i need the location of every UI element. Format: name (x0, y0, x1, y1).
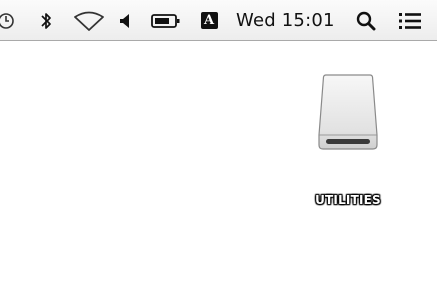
volume-label: UTILITIES (315, 193, 381, 207)
wifi-icon[interactable] (72, 0, 106, 41)
spotlight-icon[interactable] (354, 0, 378, 41)
volume-speaker-icon[interactable] (117, 0, 133, 41)
desktop[interactable]: UTILITIES (0, 41, 437, 307)
desktop-volume[interactable]: UTILITIES (311, 73, 385, 207)
input-source-letter: A (200, 12, 218, 29)
battery-icon[interactable] (150, 0, 182, 41)
menu-bar: A Wed 15:01 (0, 0, 437, 41)
time-machine-clock-icon[interactable] (0, 0, 22, 41)
external-drive-icon (318, 74, 378, 150)
bluetooth-icon[interactable] (36, 0, 56, 41)
input-source-icon[interactable]: A (199, 0, 219, 41)
notification-center-icon[interactable] (398, 0, 422, 41)
menu-bar-clock[interactable]: Wed 15:01 (236, 0, 335, 41)
